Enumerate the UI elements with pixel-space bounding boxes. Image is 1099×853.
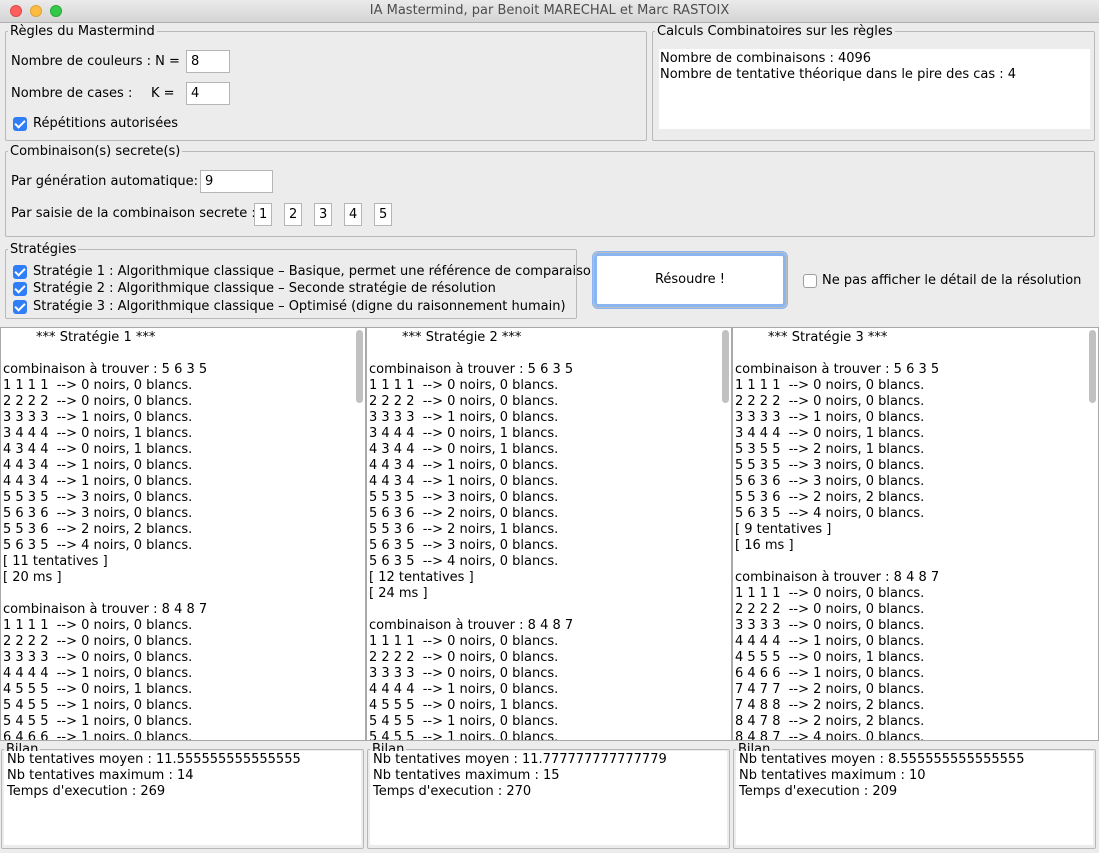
combinatorics-legend: Calculs Combinatoires sur les règles: [657, 24, 893, 39]
repetitions-label: Répétitions autorisées: [33, 116, 178, 131]
bilan-3-text: Nb tentatives moyen : 8.555555555555555 …: [739, 752, 1025, 799]
secret-group: Combinaison(s) secrete(s): [5, 144, 1095, 237]
secret-digit-2[interactable]: 2: [284, 203, 302, 226]
strategy-2-label: Stratégie 2 : Algorithmique classique – …: [33, 281, 496, 296]
strategies-legend: Stratégies: [10, 242, 77, 257]
strategy-3-output-text: *** Stratégie 3 *** combinaison à trouve…: [735, 330, 940, 741]
colors-label: Nombre de couleurs : N =: [11, 54, 180, 69]
bilan-3-output: Nb tentatives moyen : 8.555555555555555 …: [736, 751, 1093, 845]
worst-case-text: Nombre de tentative théorique dans le pi…: [660, 67, 1017, 82]
bilan-3: Bilan Nb tentatives moyen : 8.5555555555…: [733, 742, 1096, 849]
strategy-3-scrollbar[interactable]: [1089, 330, 1096, 403]
strategy-2-checkbox[interactable]: [13, 282, 27, 296]
window-title: IA Mastermind, par Benoit MARECHAL et Ma…: [369, 3, 730, 18]
secret-digit-4[interactable]: 4: [344, 203, 362, 226]
strategy-1-output-panel[interactable]: *** Stratégie 1 *** combinaison à trouve…: [0, 327, 366, 741]
secret-digit-1[interactable]: 1: [254, 203, 272, 226]
bilan-1: Bilan Nb tentatives moyen : 11.555555555…: [1, 742, 364, 849]
rules-legend: Règles du Mastermind: [10, 24, 155, 39]
secret-legend: Combinaison(s) secrete(s): [10, 144, 181, 159]
strategy-3-checkbox[interactable]: [13, 300, 27, 314]
solve-button-label: Résoudre !: [654, 272, 726, 287]
strategy-1-label: Stratégie 1 : Algorithmique classique – …: [33, 264, 600, 279]
manual-secret-label: Par saisie de la combinaison secrete :: [11, 206, 256, 221]
bilan-1-output: Nb tentatives moyen : 11.555555555555555…: [4, 751, 361, 845]
cases-count-field[interactable]: 4: [186, 82, 230, 105]
bilan-2-text: Nb tentatives moyen : 11.777777777777779…: [373, 752, 667, 799]
bilan-1-text: Nb tentatives moyen : 11.555555555555555…: [7, 752, 301, 799]
strategy-3-output-panel[interactable]: *** Stratégie 3 *** combinaison à trouve…: [732, 327, 1099, 741]
hide-detail-label: Ne pas afficher le détail de la résoluti…: [822, 273, 1082, 288]
hide-detail-checkbox[interactable]: [803, 274, 817, 288]
secret-digit-5[interactable]: 5: [374, 203, 392, 226]
strategy-2-output-panel[interactable]: *** Stratégie 2 *** combinaison à trouve…: [366, 327, 732, 741]
cases-k-label: K =: [151, 86, 175, 101]
bilan-2: Bilan Nb tentatives moyen : 11.777777777…: [367, 742, 730, 849]
combinations-count-text: Nombre de combinaisons : 4096: [660, 51, 872, 66]
cases-label: Nombre de cases :: [11, 86, 133, 101]
repetitions-checkbox[interactable]: [13, 117, 27, 131]
strategy-2-output-text: *** Stratégie 2 *** combinaison à trouve…: [369, 330, 574, 741]
auto-generation-label: Par génération automatique:: [11, 174, 198, 189]
strategy-2-scrollbar[interactable]: [722, 330, 729, 403]
colors-count-field[interactable]: 8: [186, 50, 230, 73]
secret-digit-3[interactable]: 3: [314, 203, 332, 226]
strategy-1-scrollbar[interactable]: [356, 330, 363, 403]
strategy-1-checkbox[interactable]: [13, 265, 27, 279]
solve-button[interactable]: Résoudre !: [593, 252, 787, 308]
auto-generation-field[interactable]: 9: [200, 170, 273, 193]
combinatorics-output: Nombre de combinaisons : 4096 Nombre de …: [659, 49, 1090, 129]
strategy-1-output-text: *** Stratégie 1 *** combinaison à trouve…: [3, 330, 208, 741]
window-titlebar: IA Mastermind, par Benoit MARECHAL et Ma…: [0, 0, 1099, 23]
bilan-2-output: Nb tentatives moyen : 11.777777777777779…: [370, 751, 727, 845]
strategy-3-label: Stratégie 3 : Algorithmique classique – …: [33, 299, 566, 314]
